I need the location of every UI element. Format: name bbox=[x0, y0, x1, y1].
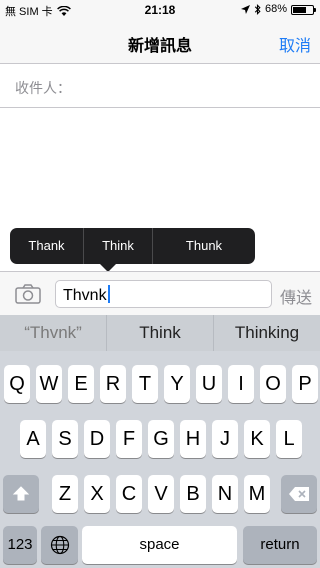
page-title: 新增訊息 bbox=[127, 38, 192, 55]
delete-key[interactable] bbox=[281, 475, 317, 513]
location-arrow-icon bbox=[240, 4, 250, 14]
key-j[interactable]: J bbox=[212, 420, 238, 458]
globe-key[interactable] bbox=[41, 526, 78, 564]
quicktype-bar: “Thvnk” Think Thinking bbox=[0, 315, 320, 351]
recipient-row: 收件人： bbox=[0, 65, 320, 108]
battery-icon bbox=[291, 4, 316, 15]
key-q[interactable]: Q bbox=[4, 365, 30, 403]
key-f[interactable]: F bbox=[116, 420, 142, 458]
camera-icon[interactable] bbox=[15, 284, 41, 304]
keyboard: 123 space return QWERTYUIOP ASDFGHJKL ZXCV… bbox=[0, 351, 320, 568]
recipient-input[interactable] bbox=[90, 73, 310, 99]
text-caret bbox=[107, 285, 110, 303]
return-key[interactable]: return bbox=[243, 526, 317, 564]
key-b[interactable]: B bbox=[180, 475, 206, 513]
space-key[interactable]: space bbox=[82, 526, 237, 564]
quicktype-suggestion-thinking[interactable]: Thinking bbox=[213, 315, 320, 351]
suggestion-popup: Thank Think Thunk bbox=[10, 228, 255, 264]
quicktype-suggestion-think[interactable]: Think bbox=[106, 315, 213, 351]
key-a[interactable]: A bbox=[20, 420, 46, 458]
key-u[interactable]: U bbox=[196, 365, 222, 403]
key-s[interactable]: S bbox=[52, 420, 78, 458]
key-i[interactable]: I bbox=[228, 365, 254, 403]
key-t[interactable]: T bbox=[132, 365, 158, 403]
key-z[interactable]: Z bbox=[52, 475, 78, 513]
message-text-field[interactable]: Thvnk bbox=[55, 280, 272, 308]
key-l[interactable]: L bbox=[276, 420, 302, 458]
globe-icon bbox=[50, 535, 69, 555]
key-n[interactable]: N bbox=[212, 475, 238, 513]
shift-arrow-icon bbox=[12, 486, 30, 501]
battery-level bbox=[293, 6, 306, 13]
status-right: 68% bbox=[240, 3, 316, 15]
quicktype-original-word[interactable]: “Thvnk” bbox=[0, 315, 106, 351]
key-w[interactable]: W bbox=[36, 365, 62, 403]
shift-key[interactable] bbox=[3, 475, 39, 513]
key-c[interactable]: C bbox=[116, 475, 142, 513]
message-input-bar: Thvnk 傳送 bbox=[0, 271, 320, 315]
bluetooth-icon bbox=[254, 3, 261, 15]
key-v[interactable]: V bbox=[148, 475, 174, 513]
popup-suggestion-think[interactable]: Think bbox=[83, 228, 152, 264]
numbers-key[interactable]: 123 bbox=[3, 526, 37, 564]
key-k[interactable]: K bbox=[244, 420, 270, 458]
popup-suggestion-thank[interactable]: Thank bbox=[10, 228, 83, 264]
backspace-icon bbox=[289, 487, 309, 501]
cancel-button[interactable]: 取消 bbox=[279, 32, 311, 56]
key-p[interactable]: P bbox=[292, 365, 318, 403]
key-x[interactable]: X bbox=[84, 475, 110, 513]
popup-suggestion-thunk[interactable]: Thunk bbox=[152, 228, 255, 264]
battery-percent: 68% bbox=[264, 3, 287, 15]
status-bar: 無 SIM 卡 21:18 68% bbox=[0, 0, 320, 20]
key-g[interactable]: G bbox=[148, 420, 174, 458]
key-h[interactable]: H bbox=[180, 420, 206, 458]
recipient-label: 收件人： bbox=[15, 80, 71, 96]
send-button[interactable]: 傳送 bbox=[280, 284, 312, 308]
navigation-bar: 新增訊息 取消 bbox=[0, 20, 320, 64]
key-r[interactable]: R bbox=[100, 365, 126, 403]
message-text: Thvnk bbox=[63, 287, 107, 304]
key-y[interactable]: Y bbox=[164, 365, 190, 403]
key-e[interactable]: E bbox=[68, 365, 94, 403]
key-d[interactable]: D bbox=[84, 420, 110, 458]
key-o[interactable]: O bbox=[260, 365, 286, 403]
key-m[interactable]: M bbox=[244, 475, 270, 513]
